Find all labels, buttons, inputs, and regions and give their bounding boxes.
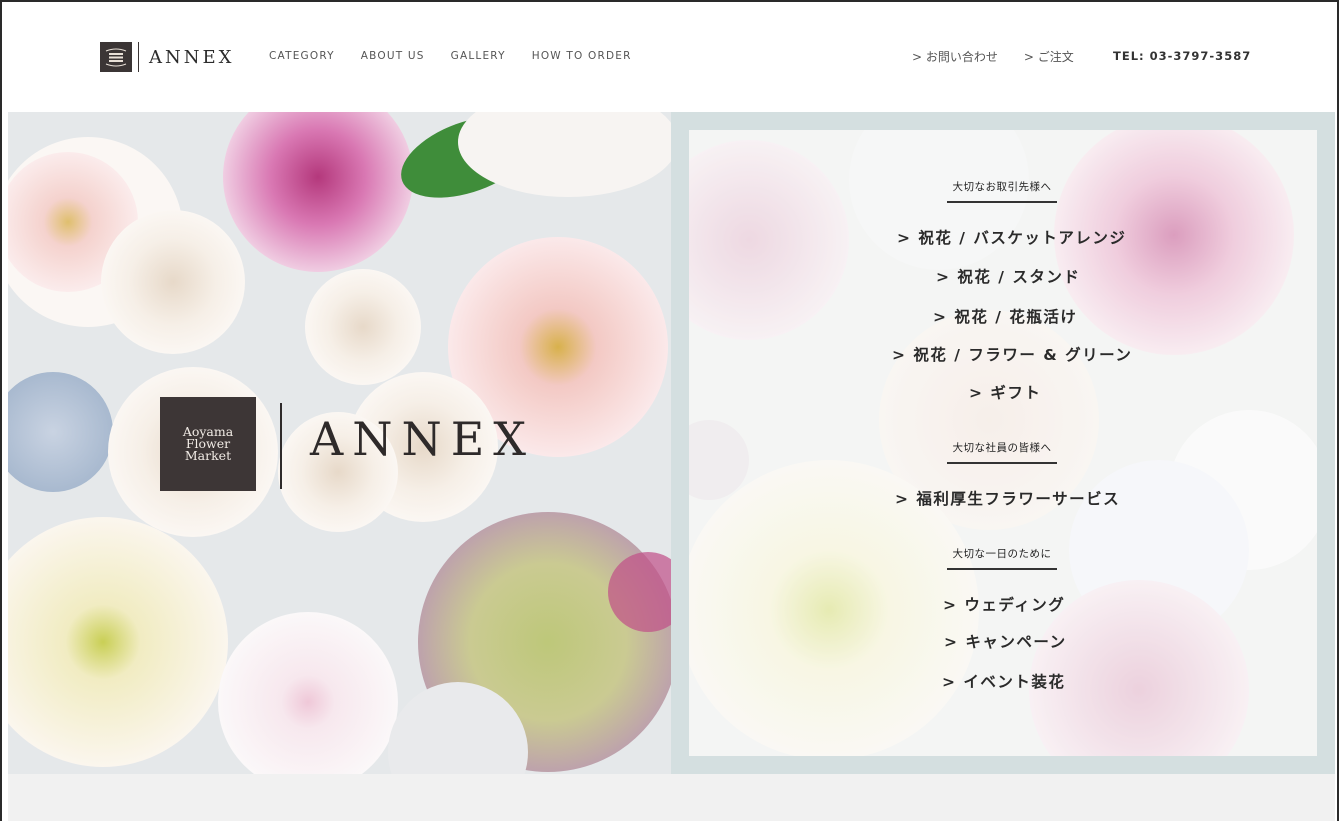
hero-logo-divider	[280, 403, 282, 489]
nav-category[interactable]: CATEGORY	[269, 50, 335, 62]
footer-strip	[8, 774, 1335, 821]
menu-panel: 大切なお取引先様へ > 祝花 / バスケットアレンジ > 祝花 / スタンド >…	[689, 130, 1317, 756]
site-header: ANNEX CATEGORY ABOUT US GALLERY HOW TO O…	[8, 10, 1335, 110]
section-title-special-day: 大切な一日のために	[947, 546, 1057, 570]
link-basket-arrange[interactable]: > 祝花 / バスケットアレンジ	[897, 226, 1126, 248]
utility-links: > お問い合わせ > ご注文	[912, 48, 1100, 65]
contact-link[interactable]: > お問い合わせ	[912, 48, 998, 65]
link-campaign[interactable]: > キャンペーン	[944, 630, 1067, 652]
logo-line-market: Market	[184, 448, 232, 463]
nav-how-to-order[interactable]: HOW TO ORDER	[532, 50, 632, 62]
link-flower-green[interactable]: > 祝花 / フラワー & グリーン	[892, 343, 1132, 365]
menu-panel-frame: 大切なお取引先様へ > 祝花 / バスケットアレンジ > 祝花 / スタンド >…	[671, 112, 1335, 774]
link-event-decoration[interactable]: > イベント装花	[942, 670, 1065, 692]
brand-mark-icon	[100, 42, 132, 72]
category-menu: 大切なお取引先様へ > 祝花 / バスケットアレンジ > 祝花 / スタンド >…	[689, 130, 1317, 756]
link-welfare-flower[interactable]: > 福利厚生フラワーサービス	[895, 487, 1120, 509]
nav-about-us[interactable]: ABOUT US	[361, 50, 425, 62]
link-vase[interactable]: > 祝花 / 花瓶活け	[933, 305, 1077, 327]
section-title-employees: 大切な社員の皆様へ	[947, 440, 1057, 464]
hero-logo-wordmark: ANNEX	[310, 412, 536, 466]
link-gift[interactable]: > ギフト	[969, 381, 1041, 403]
link-wedding[interactable]: > ウェディング	[943, 593, 1065, 615]
hero-logo-mark: Aoyama Flower Market	[160, 397, 256, 491]
phone-number[interactable]: TEL: 03-3797-3587	[1113, 49, 1251, 63]
brand-divider	[138, 42, 139, 72]
link-stand[interactable]: > 祝花 / スタンド	[936, 265, 1080, 287]
brand-wordmark: ANNEX	[149, 46, 235, 68]
section-title-business: 大切なお取引先様へ	[947, 179, 1057, 203]
brand-logo[interactable]: ANNEX	[100, 42, 234, 72]
hero-flower-image: Aoyama Flower Market ANNEX	[8, 112, 671, 774]
order-link[interactable]: > ご注文	[1024, 48, 1074, 65]
main-nav: CATEGORY ABOUT US GALLERY HOW TO ORDER	[269, 50, 658, 62]
nav-gallery[interactable]: GALLERY	[451, 50, 506, 62]
